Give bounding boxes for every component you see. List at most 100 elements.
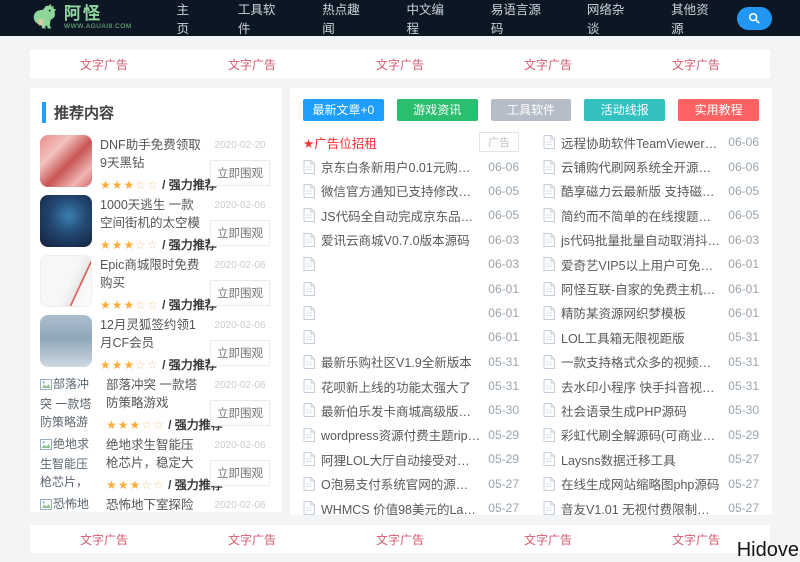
article-row[interactable]: 06-03 (303, 252, 519, 276)
article-row[interactable]: 在线生成网站缩略图php源码05-27 (543, 471, 759, 495)
article-row[interactable]: 京东白条新用户0.01元购买3个月爱奇艺黄...06-06 (303, 154, 519, 178)
article-title: 阿怪互联-自家的免费主机第一批正式开启 (561, 279, 720, 298)
text-ad-link[interactable]: 文字广告 (672, 531, 720, 548)
text-ad-link[interactable]: 文字广告 (524, 56, 572, 73)
article-row[interactable]: js代码批量批量自动取消抖音关注06-03 (543, 228, 759, 252)
article-row[interactable]: 简约而不简单的在线搜题源码06-05 (543, 203, 759, 227)
article-row[interactable]: 06-01 (303, 276, 519, 300)
text-ad-link[interactable]: 文字广告 (228, 56, 276, 73)
article-date: 05-27 (488, 477, 519, 491)
article-row[interactable]: LOL工具箱无限视距版05-31 (543, 325, 759, 349)
nav-item-2[interactable]: 工具软件 (219, 0, 303, 37)
item-date: 2020-02-06 (208, 260, 272, 271)
ad-placement-row[interactable]: ★广告位招租广告 (303, 130, 519, 154)
view-now-button[interactable]: 立即围观 (210, 400, 270, 426)
article-title: 最新乐购社区V1.9全新版本 (321, 352, 480, 371)
nav-item-1[interactable]: 主页 (158, 0, 219, 37)
recommended-item[interactable]: 12月灵狐签约领1月CF会员★★★☆☆ / 强力推荐2020-02-06立即围观 (40, 315, 272, 369)
article-date: 06-05 (488, 184, 519, 198)
recommended-item[interactable]: 绝地求生智能压枪芯片，稳定大号绝地求生智能压枪芯片，稳定大号使用，永久免费★★★… (40, 435, 272, 489)
item-meta: 2020-02-06立即围观 (208, 375, 272, 429)
text-ad-link[interactable]: 文字广告 (80, 56, 128, 73)
article-row[interactable]: 阿怪互联-自家的免费主机第一批正式开启06-01 (543, 276, 759, 300)
article-row[interactable]: JS代码全自动完成京东品牌狂欢城活动任务06-05 (303, 203, 519, 227)
document-icon (303, 355, 315, 369)
article-row[interactable]: WHMCS 价值98美元的Lagom模板开源05-27 (303, 496, 519, 515)
site-logo[interactable]: 阿怪 WWW.AGUAI8.COM (30, 3, 132, 33)
recommended-item[interactable]: DNF助手免费领取9天黑钻★★★☆☆ / 强力推荐2020-02-20立即围观 (40, 135, 272, 189)
broken-thumbnail: 恐怖地下室探险 一款恐怖逃生解谜 (40, 495, 98, 512)
recommended-item[interactable]: 1000天逃生 一款空间街机的太空模拟经营游戏★★★☆☆ / 强力推荐2020-… (40, 195, 272, 249)
article-date: 06-05 (728, 184, 759, 198)
document-icon (543, 403, 555, 417)
article-row[interactable]: 爱奇艺VIP5以上用户可免费发爱奇艺VIP红包06-01 (543, 252, 759, 276)
nav-item-4[interactable]: 中文编程 (388, 0, 472, 37)
article-title: 远程协助软件TeamViewer v11 单文件版 (561, 133, 720, 152)
view-now-button[interactable]: 立即围观 (210, 460, 270, 486)
article-row[interactable]: 06-01 (303, 325, 519, 349)
recommended-item[interactable]: Epic商城限时免费购买《SUPERHOT》游戏★★★☆☆ / 强力推荐2020… (40, 255, 272, 309)
document-icon (543, 257, 555, 271)
text-ad-link[interactable]: 文字广告 (80, 531, 128, 548)
article-row[interactable]: 彩虹代刷全解源码(可商业用途 防黑)05-29 (543, 423, 759, 447)
category-button-2[interactable]: 游戏资讯 (397, 99, 478, 121)
article-row[interactable]: 最新伯乐发卡商城高级版源码 无后门05-30 (303, 398, 519, 422)
article-row[interactable]: 精防某资源网织梦模板06-01 (543, 301, 759, 325)
article-row[interactable]: 远程协助软件TeamViewer v11 单文件版 06-06 (543, 130, 759, 154)
category-button-3[interactable]: 工具软件 (491, 99, 572, 121)
article-row[interactable]: O泡易支付系统官网的源码开源05-27 (303, 471, 519, 495)
article-title: 去水印小程序 快手抖音视频搬运工上热门... (561, 377, 720, 396)
article-row[interactable]: 社会语录生成PHP源码05-30 (543, 398, 759, 422)
text-ad-link[interactable]: 文字广告 (228, 531, 276, 548)
nav-item-5[interactable]: 易语言源码 (472, 0, 568, 37)
category-buttons: 最新文章+0 游戏资讯工具软件活动线报实用教程 (303, 99, 759, 121)
article-row[interactable]: 阿狸LOL大厅自动接受对局工具05-29 (303, 447, 519, 471)
article-row[interactable]: Laysns数据迁移工具05-27 (543, 447, 759, 471)
article-row[interactable]: wordpress资源付费主题ripro6.7含美化包...05-29 (303, 423, 519, 447)
nav-item-6[interactable]: 网络杂谈 (568, 0, 652, 37)
document-icon (303, 452, 315, 466)
article-row[interactable]: 最新乐购社区V1.9全新版本05-31 (303, 350, 519, 374)
recommended-item[interactable]: 恐怖地下室探险 一款恐怖逃生解谜恐怖地下室探险 一款恐怖逃生解谜类游戏★★★☆☆… (40, 495, 272, 512)
document-icon (543, 184, 555, 198)
article-row[interactable]: 云铺购代刷网系统全开源可运营程序搭建06-06 (543, 154, 759, 178)
star-rating-empty: ☆☆ (135, 238, 159, 252)
nav-item-3[interactable]: 热点趣闻 (303, 0, 387, 37)
view-now-button[interactable]: 立即围观 (210, 220, 270, 246)
document-icon (303, 330, 315, 344)
item-date: 2020-02-20 (208, 140, 272, 151)
view-now-button[interactable]: 立即围观 (210, 340, 270, 366)
article-row[interactable]: 去水印小程序 快手抖音视频搬运工上热门...05-31 (543, 374, 759, 398)
nav-item-7[interactable]: 其他资源 (652, 0, 736, 37)
item-meta: 2020-02-06立即围观 (208, 315, 272, 369)
item-info: 恐怖地下室探险 一款恐怖逃生解谜类游戏★★★☆☆ / 强力推荐 (98, 495, 208, 512)
article-row[interactable]: 爱讯云商城V0.7.0版本源码06-03 (303, 228, 519, 252)
star-rating-empty: ☆☆ (141, 478, 165, 492)
star-rating-filled: ★★★ (100, 238, 135, 252)
star-rating-filled: ★★★ (100, 358, 135, 372)
category-button-1[interactable]: 最新文章+0 (303, 99, 384, 121)
article-title: 爱奇艺VIP5以上用户可免费发爱奇艺VIP红包 (561, 255, 720, 274)
article-row[interactable]: 音友V1.01 无视付费限制全网音乐无损免费...05-27 (543, 496, 759, 515)
text-ad-link[interactable]: 文字广告 (524, 531, 572, 548)
article-date: 06-01 (488, 306, 519, 320)
article-row[interactable]: 微信官方通知已支持修改微信号06-05 (303, 179, 519, 203)
text-ad-link[interactable]: 文字广告 (376, 531, 424, 548)
article-row[interactable]: 一款支持格式众多的视频转换器05-31 (543, 350, 759, 374)
category-button-4[interactable]: 活动线报 (584, 99, 665, 121)
article-row[interactable]: 酷享磁力云最新版 支持磁力搜索下载和一...06-05 (543, 179, 759, 203)
category-button-5[interactable]: 实用教程 (678, 99, 759, 121)
text-ad-link[interactable]: 文字广告 (672, 56, 720, 73)
article-row[interactable]: 06-01 (303, 301, 519, 325)
article-row[interactable]: 花呗新上线的功能太强大了05-31 (303, 374, 519, 398)
article-columns: ★广告位招租广告京东白条新用户0.01元购买3个月爱奇艺黄...06-06微信官… (303, 130, 759, 515)
view-now-button[interactable]: 立即围观 (210, 280, 270, 306)
star-rating-filled: ★★★ (106, 418, 141, 432)
view-now-button[interactable]: 立即围观 (210, 160, 270, 186)
article-date: 06-06 (728, 135, 759, 149)
text-ad-link[interactable]: 文字广告 (376, 56, 424, 73)
item-date: 2020-02-06 (208, 500, 272, 511)
recommended-item[interactable]: 部落冲突 一款塔防策略游戏部落冲突 一款塔防策略游戏★★★☆☆ / 强力推荐20… (40, 375, 272, 429)
article-date: 05-27 (728, 477, 759, 491)
search-button[interactable] (737, 7, 772, 30)
